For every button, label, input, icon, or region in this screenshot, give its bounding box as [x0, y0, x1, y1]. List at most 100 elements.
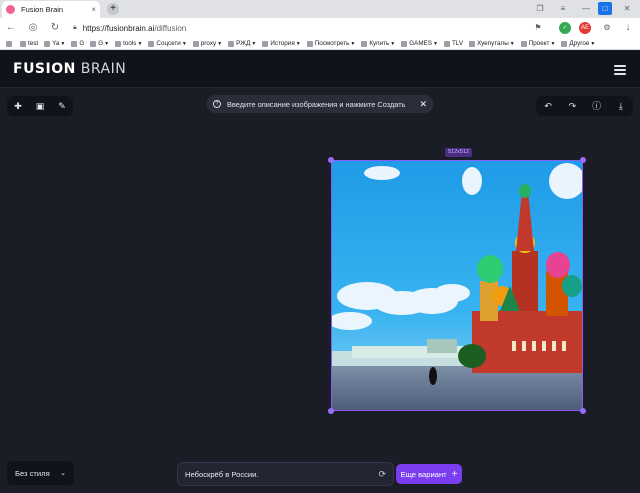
bookmark-item[interactable]: Проект ▼ — [520, 40, 555, 47]
bookmark-item[interactable]: tools ▼ — [115, 40, 142, 47]
url-host: https://fusionbrain.ai — [82, 23, 155, 33]
bookmarks-bar: test Ya ▼ G G ▼ tools ▼ Соцсети ▼ proxy ▼ РЖД ▼ Истори… — [0, 38, 640, 50]
bookmark-favicon-icon — [115, 40, 122, 47]
bookmark-item[interactable]: GAMES ▼ — [401, 40, 438, 47]
dropdown-caret-icon: ▼ — [251, 40, 257, 47]
tab-favicon-icon — [6, 5, 15, 14]
generated-image[interactable] — [331, 160, 583, 411]
prompt-text: Небоскрёб в России. — [185, 469, 259, 479]
generate-label: Еще вариант — [400, 469, 447, 479]
close-hint-icon[interactable]: ✕ — [419, 99, 427, 110]
bookmark-favicon-icon — [192, 40, 199, 47]
bookmark-label: tools — [123, 40, 137, 47]
bookmark-favicon-icon — [469, 40, 476, 47]
browser-toolbar: ← ◎ ↻ 🔒︎ https://fusionbrain.ai/diffusio… — [0, 18, 640, 38]
app-logo[interactable]: FUSION BRAIN — [13, 61, 126, 77]
resize-handle-tr[interactable] — [580, 157, 586, 163]
bookmark-icon[interactable]: ⚑ — [532, 22, 544, 34]
bookmark-label: Проект — [528, 40, 550, 47]
profile-icon[interactable]: ◎ — [27, 22, 39, 34]
style-dropdown[interactable]: Без стиля ⌄ — [7, 461, 74, 485]
resize-handle-br[interactable] — [580, 408, 586, 414]
url-path: /diffusion — [154, 23, 187, 33]
refresh-prompt-icon[interactable]: ⟳ — [378, 469, 386, 480]
bookmark-item[interactable]: РЖД ▼ — [228, 40, 256, 47]
plus-icon: + — [451, 468, 458, 480]
dropdown-caret-icon: ▼ — [509, 40, 515, 47]
download-image-icon[interactable]: ⤓ — [614, 99, 628, 113]
bookmark-favicon-icon — [71, 40, 78, 47]
dropdown-caret-icon: ▼ — [217, 40, 223, 47]
menu-icon[interactable]: ≡ — [556, 2, 570, 15]
maximize-icon[interactable]: □ — [598, 2, 612, 15]
bookmark-item[interactable] — [6, 40, 14, 47]
hamburger-menu-icon[interactable] — [614, 65, 626, 75]
download-icon[interactable]: ↓ — [622, 22, 634, 34]
extensions-icon[interactable]: ⚙ — [601, 22, 613, 34]
prompt-input[interactable]: Небоскрёб в России. ⟳ — [177, 462, 394, 486]
bookmark-label: Соцсети — [156, 40, 181, 47]
eraser-icon[interactable]: ✎ — [55, 99, 69, 113]
app-header: FUSION BRAIN — [0, 51, 640, 88]
bookmark-item[interactable]: Посмотреть ▼ — [306, 40, 356, 47]
tool-panel-right: ↶ ↷ ⓘ ⤓ — [536, 96, 633, 116]
minimize-icon[interactable]: — — [579, 2, 593, 15]
bookmark-item[interactable]: G — [71, 40, 84, 47]
resize-handle-bl[interactable] — [328, 408, 334, 414]
bookmark-item[interactable]: proxy ▼ — [192, 40, 223, 47]
resize-handle-tl[interactable] — [328, 157, 334, 163]
dropdown-caret-icon: ▼ — [137, 40, 143, 47]
bookmark-label: G — [98, 40, 104, 47]
canvas-size-badge: 512x512 — [445, 148, 473, 157]
generate-variant-button[interactable]: Еще вариант + — [396, 464, 462, 484]
bookmark-item[interactable]: Хуепуталы ▼ — [469, 40, 515, 47]
redo-icon[interactable]: ↷ — [565, 99, 579, 113]
dropdown-caret-icon: ▼ — [295, 40, 301, 47]
hint-bar: ? Введите описание изображения и нажмите… — [207, 95, 433, 113]
bookmark-favicon-icon — [90, 40, 97, 47]
reload-icon[interactable]: ↻ — [49, 22, 61, 34]
bookmark-favicon-icon — [401, 40, 408, 47]
logo-light: BRAIN — [80, 61, 127, 77]
bookmark-favicon-icon — [520, 40, 527, 47]
back-icon[interactable]: ← — [5, 22, 17, 34]
add-icon[interactable]: ✚ — [11, 99, 25, 113]
bookmark-favicon-icon — [561, 40, 568, 47]
bookmark-label: Купить — [369, 40, 390, 47]
extension-badge-icon[interactable]: AE — [579, 22, 591, 34]
bookmark-item[interactable]: Соцсети ▼ — [148, 40, 187, 47]
info-icon[interactable]: ⓘ — [590, 99, 604, 113]
bookmark-item[interactable]: test — [20, 40, 38, 47]
bookmark-item[interactable]: Ya ▼ — [44, 40, 65, 47]
image-upload-icon[interactable]: ▣ — [33, 99, 47, 113]
close-window-icon[interactable]: ✕ — [620, 2, 634, 15]
tab-title: Fusion Brain — [21, 5, 64, 14]
bookmark-label: TLV — [451, 40, 464, 47]
dropdown-caret-icon: ▼ — [350, 40, 356, 47]
dropdown-caret-icon: ▼ — [181, 40, 187, 47]
bookmark-label: proxy — [200, 40, 217, 47]
address-bar[interactable]: 🔒︎ https://fusionbrain.ai/diffusion — [67, 20, 547, 36]
bookmark-label: GAMES — [409, 40, 432, 47]
browser-tab[interactable]: Fusion Brain × — [2, 1, 100, 18]
bookmark-label: РЖД — [236, 40, 251, 47]
bookmark-item[interactable]: TLV — [443, 40, 464, 47]
bookmark-item[interactable]: История ▼ — [262, 40, 301, 47]
help-icon: ? — [213, 100, 221, 108]
bookmark-item[interactable]: Другое ▼ — [561, 40, 595, 47]
new-tab-button[interactable]: + — [107, 3, 119, 15]
bookmark-label: Ya — [52, 40, 60, 47]
shield-extension-icon[interactable]: ✓ — [559, 22, 571, 34]
tab-close-icon[interactable]: × — [91, 5, 96, 14]
bookmark-label: test — [28, 40, 39, 47]
bookmark-item[interactable]: Купить ▼ — [361, 40, 395, 47]
bookmark-item[interactable]: G ▼ — [90, 40, 109, 47]
bookmark-label: Другое — [569, 40, 590, 47]
dropdown-caret-icon: ▼ — [60, 40, 66, 47]
dropdown-caret-icon: ▼ — [432, 40, 438, 47]
bookmark-favicon-icon — [306, 40, 313, 47]
bookmark-label: Хуепуталы — [477, 40, 509, 47]
tab-search-icon[interactable]: ❐ — [533, 2, 547, 15]
undo-icon[interactable]: ↶ — [541, 99, 555, 113]
cathedral-image — [332, 161, 582, 410]
